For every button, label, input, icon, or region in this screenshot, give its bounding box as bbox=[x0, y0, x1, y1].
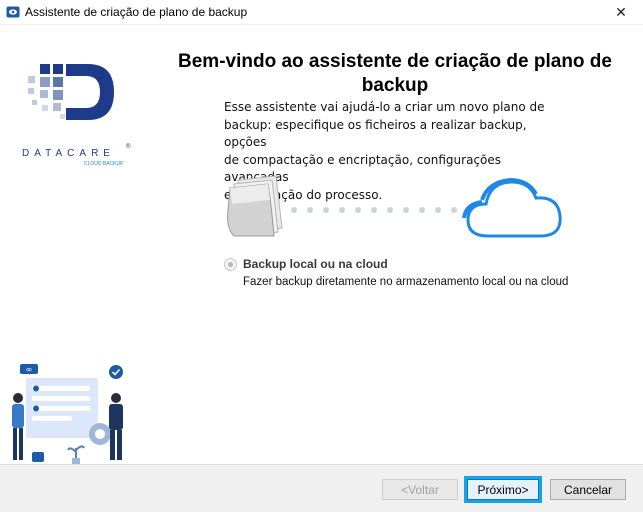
datacare-logo: DATACARE ® CLOUD BACKUP bbox=[22, 64, 131, 167]
files-to-cloud-graphic bbox=[227, 175, 562, 238]
people-illustration: ∞ bbox=[12, 364, 123, 464]
title-bar: Assistente de criação de plano de backup… bbox=[0, 0, 643, 25]
close-button[interactable]: ✕ bbox=[599, 0, 643, 25]
intro-line: backup: especifique os ficheiros a reali… bbox=[224, 117, 527, 150]
cancel-button[interactable]: Cancelar bbox=[550, 479, 626, 500]
page-title-line1: Bem-vindo ao assistente de criação de pl… bbox=[178, 51, 612, 72]
backup-local-cloud-radio[interactable] bbox=[224, 258, 237, 271]
option-description: Fazer backup diretamente no armazenament… bbox=[243, 276, 569, 288]
app-icon bbox=[6, 6, 20, 18]
logo-brand-text: DATACARE bbox=[22, 148, 115, 159]
connector-dots bbox=[291, 207, 457, 213]
option-label: Backup local ou na cloud bbox=[243, 257, 388, 271]
intro-line: Esse assistente vai ajudá-lo a criar um … bbox=[224, 100, 545, 114]
close-icon: ✕ bbox=[615, 4, 627, 20]
cloud-icon bbox=[462, 177, 562, 238]
svg-text:∞: ∞ bbox=[26, 365, 33, 374]
sidebar: DATACARE ® CLOUD BACKUP ∞ bbox=[0, 26, 148, 464]
next-button[interactable]: Próximo> bbox=[464, 476, 542, 503]
svg-text:®: ® bbox=[126, 143, 131, 150]
logo-tagline-text: CLOUD BACKUP bbox=[84, 161, 124, 167]
page-title: Bem-vindo ao assistente de criação de pl… bbox=[160, 50, 630, 98]
back-button[interactable]: <Voltar bbox=[382, 479, 458, 500]
documents-icon bbox=[227, 175, 283, 237]
page-title-line2: backup bbox=[361, 75, 429, 96]
footer-bar: <Voltar Próximo> Cancelar bbox=[0, 464, 643, 512]
window-title: Assistente de criação de plano de backup bbox=[25, 5, 248, 19]
next-button-label: Próximo> bbox=[467, 479, 539, 500]
